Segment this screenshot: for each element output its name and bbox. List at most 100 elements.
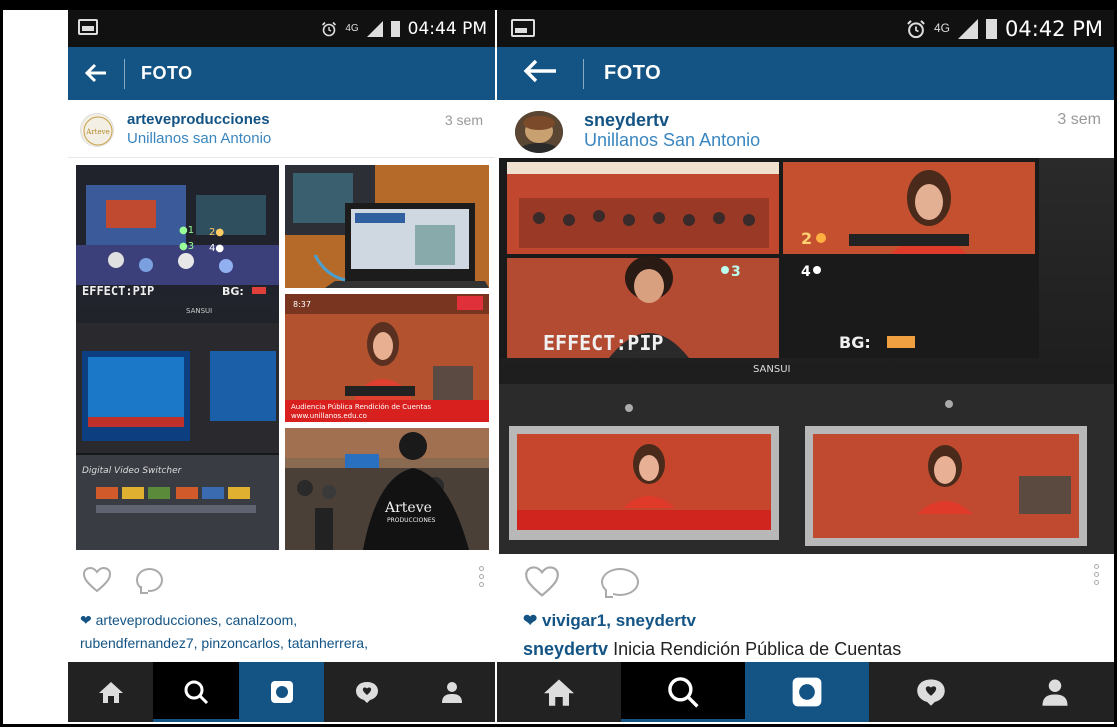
banner-text: Audiencia Pública Rendición de Cuentas: [291, 403, 431, 411]
post-header: sneydertv Unillanos San Antonio 3 sem: [497, 100, 1117, 158]
post-username[interactable]: sneydertv: [584, 110, 669, 131]
caption-text: Inicia Rendición Pública de Cuentas: [613, 639, 902, 659]
like-heart-icon[interactable]: [82, 566, 112, 594]
effect-label: EFFECT:PIP: [543, 331, 663, 355]
post-username[interactable]: arteveproducciones: [127, 111, 270, 128]
post-photo[interactable]: 2 3 4 EFFECT:PIP BG: SANSUI: [499, 158, 1117, 554]
effect-label: EFFECT:PIP: [82, 284, 154, 298]
collage-tile-laptop: [285, 165, 489, 288]
post-photo-collage[interactable]: ●1 2● ●3 4● EFFECT:PIP BG: SANSUI Digita…: [76, 165, 489, 550]
nav-search[interactable]: [621, 662, 745, 722]
profile-icon: [442, 682, 463, 703]
network-type: 4G: [934, 21, 951, 35]
battery-icon: [390, 20, 400, 37]
post-time: 3 sem: [1057, 111, 1101, 128]
likes-heart-icon: ❤: [523, 611, 538, 630]
battery-icon: [986, 18, 998, 39]
post-header: Arteve arteveproducciones Unillanos san …: [68, 100, 495, 158]
divider: [124, 58, 125, 89]
post-time: 3 sem: [444, 112, 483, 128]
camera-icon: [270, 681, 293, 703]
tv-time: 8:37: [293, 300, 311, 309]
quad-label-3: 3: [731, 264, 741, 280]
nav-news[interactable]: [869, 662, 993, 722]
phone-screen-left: 4G 04:44 PM FOTO Arteve arteveproduccion…: [68, 10, 495, 722]
banner-url: www.unillanos.edu.co: [291, 412, 367, 420]
nav-home[interactable]: [68, 662, 153, 722]
collage-tile-switcher: ●1 2● ●3 4● EFFECT:PIP BG: SANSUI Digita…: [76, 165, 279, 550]
nav-profile[interactable]: [410, 662, 495, 722]
like-heart-icon[interactable]: [521, 565, 563, 599]
news-icon: [917, 679, 945, 706]
back-arrow-icon[interactable]: [68, 59, 124, 89]
alarm-icon: [322, 21, 337, 36]
search-icon: [184, 680, 209, 705]
post-location[interactable]: Unillanos San Antonio: [584, 130, 760, 151]
nav-home[interactable]: [497, 662, 621, 722]
nav-camera[interactable]: [238, 662, 325, 722]
avatar[interactable]: [515, 111, 563, 153]
bg-label: BG:: [839, 333, 871, 352]
nav-news[interactable]: [324, 662, 409, 722]
profile-icon: [1042, 679, 1068, 706]
likes-list[interactable]: ❤ arteveproducciones, canalzoom, rubendf…: [80, 609, 368, 655]
post-actions: [497, 560, 1117, 604]
likes-line-2[interactable]: rubendfernandez7, pinzoncarlos, tatanher…: [80, 635, 368, 651]
avatar-text: Arteve: [85, 128, 109, 136]
signal-icon: [366, 20, 383, 37]
bottom-nav: [497, 662, 1117, 722]
page-title: FOTO: [604, 62, 662, 84]
top-border: [0, 0, 1117, 10]
nav-camera[interactable]: [745, 662, 869, 722]
likes-line-1[interactable]: arteveproducciones, canalzoom,: [96, 612, 298, 628]
status-bar: 4G 04:42 PM: [497, 10, 1117, 47]
clock: 04:42 PM: [1005, 16, 1103, 41]
app-bar: FOTO: [68, 47, 495, 100]
home-icon: [544, 679, 574, 706]
post-actions: [68, 560, 495, 604]
app-bar: FOTO: [497, 47, 1117, 100]
avatar[interactable]: Arteve: [80, 113, 114, 147]
phone-screen-right: 4G 04:42 PM FOTO sneydertv Unillanos San…: [497, 10, 1117, 722]
likes-list[interactable]: ❤ vivigar1, sneydertv: [523, 611, 696, 631]
brand-label: SANSUI: [753, 364, 790, 375]
search-icon: [668, 677, 699, 708]
clock: 04:44 PM: [407, 18, 487, 39]
user-photo-icon: [515, 111, 563, 153]
nav-search[interactable]: [153, 662, 240, 722]
camera-icon: [792, 677, 822, 707]
status-bar: 4G 04:44 PM: [68, 10, 495, 47]
news-icon: [355, 682, 378, 703]
likes-users[interactable]: vivigar1, sneydertv: [542, 611, 696, 630]
divider: [583, 58, 584, 89]
nav-profile[interactable]: [993, 662, 1117, 722]
brand-label: SANSUI: [186, 307, 212, 315]
svg-text:4●: 4●: [209, 243, 224, 254]
collage-tile-presenter: 8:37 Audiencia Pública Rendición de Cuen…: [285, 294, 489, 422]
image-notification-icon: [511, 19, 535, 37]
network-type: 4G: [345, 23, 359, 34]
svg-text:●1: ●1: [179, 225, 194, 236]
quad-label-2: 2: [801, 229, 812, 248]
image-notification-icon: [78, 19, 98, 35]
collage-tile-audience: Arteve PRODUCCIONES: [285, 428, 489, 550]
home-icon: [98, 682, 123, 703]
post-location[interactable]: Unillanos san Antonio: [127, 130, 271, 147]
svg-text:2●: 2●: [209, 227, 224, 238]
quad-label-4: 4: [801, 264, 811, 280]
back-arrow-icon[interactable]: [497, 59, 583, 89]
svg-text:●3: ●3: [179, 241, 194, 252]
comment-bubble-icon[interactable]: [601, 568, 639, 598]
more-options-icon[interactable]: [479, 566, 484, 587]
bottom-nav: [68, 662, 495, 722]
comment-bubble-icon[interactable]: [136, 568, 163, 594]
shirt-text: Arteve: [384, 500, 432, 516]
switcher-label: Digital Video Switcher: [82, 466, 183, 476]
caption-username[interactable]: sneydertv: [523, 639, 608, 659]
page-title: FOTO: [141, 63, 193, 83]
more-options-icon[interactable]: [1094, 564, 1099, 585]
post-caption: sneydertv Inicia Rendición Pública de Cu…: [523, 639, 901, 660]
arteve-logo-icon: Arteve: [83, 116, 113, 146]
alarm-icon: [907, 19, 925, 38]
bg-label: BG:: [222, 285, 244, 298]
